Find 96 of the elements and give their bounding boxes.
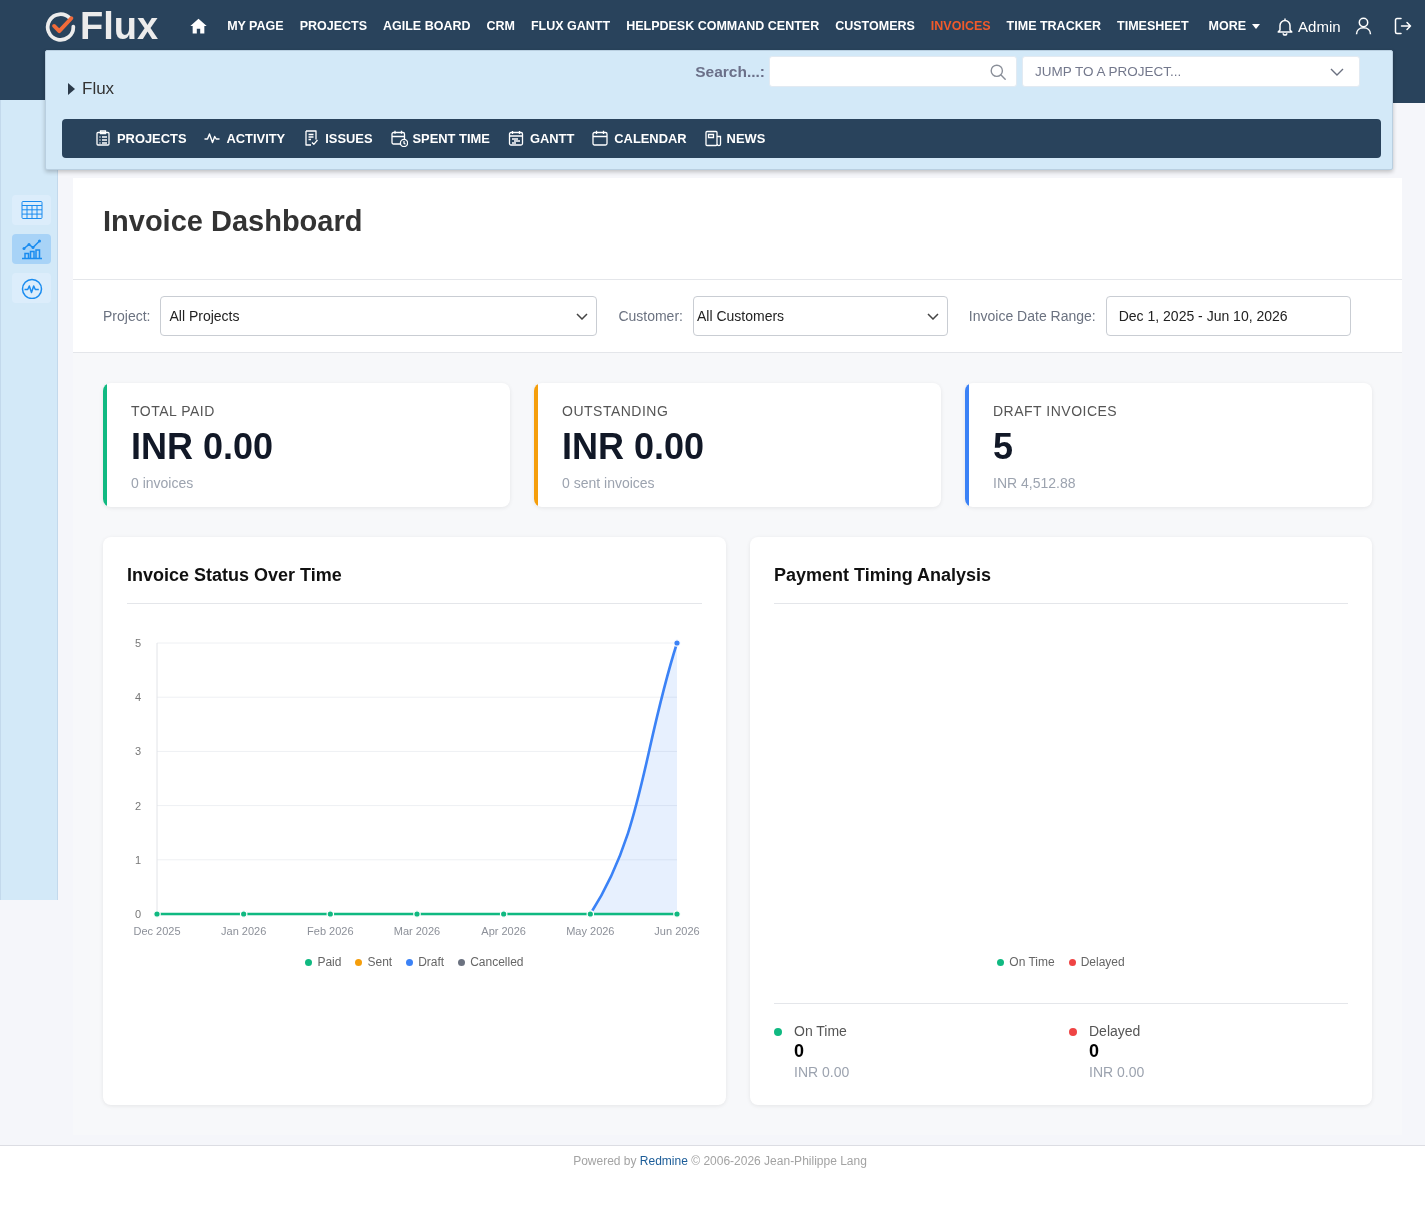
nav-link[interactable]: TIMESHEET <box>1117 19 1189 33</box>
axis-tick-label: 3 <box>134 745 141 758</box>
data-point <box>239 910 248 918</box>
calendar-bars-icon <box>507 130 525 147</box>
stat-note: 0 invoices <box>131 474 194 492</box>
filter-label: Customer: <box>618 308 683 324</box>
nav-link[interactable]: AGILE BOARD <box>383 19 471 33</box>
summary-count: 0 <box>1089 1040 1099 1062</box>
card-title: Payment Timing Analysis <box>774 564 992 587</box>
legend-label: Sent <box>367 955 393 969</box>
filter-select[interactable]: All Customers <box>692 296 948 336</box>
legend-label: Delayed <box>1080 955 1125 969</box>
axis-tick-label: 0 <box>134 908 141 920</box>
card-title: Invoice Status Over Time <box>127 564 342 587</box>
logo-link[interactable]: Flux <box>45 7 159 45</box>
calendar-icon <box>592 130 610 147</box>
summary-amount: INR 0.00 <box>794 1063 850 1081</box>
project-menu-tab[interactable]: CALENDAR <box>592 130 687 147</box>
table-icon <box>20 199 43 221</box>
nav-link[interactable]: TIME TRACKER <box>1006 19 1102 33</box>
data-point <box>499 910 508 918</box>
axis-tick-label: Dec 2025 <box>133 925 181 937</box>
axis-tick-label: Jan 2026 <box>221 925 267 937</box>
legend-label: On Time <box>1009 955 1055 969</box>
axis-tick-label: 5 <box>134 637 141 649</box>
caret-down-icon <box>1252 23 1261 29</box>
calendar-clock-icon <box>390 130 408 147</box>
stat-label: DRAFT INVOICES <box>993 403 1118 419</box>
nav-link[interactable]: HELPDESK COMMAND CENTER <box>626 19 820 33</box>
stat-value: 5 <box>993 427 1014 467</box>
stat-value: INR 0.00 <box>562 427 705 467</box>
data-point <box>326 910 335 918</box>
redmine-link[interactable]: Redmine <box>639 1154 688 1168</box>
nav-link[interactable]: CRM <box>486 19 515 33</box>
project-menu-tab[interactable]: GANTT <box>507 130 575 147</box>
check-circle-icon <box>45 10 76 42</box>
filter-select[interactable]: All Projects <box>160 296 598 336</box>
nav-link[interactable]: MY PAGE <box>227 19 284 33</box>
filter-label: Project: <box>103 308 151 324</box>
chevron-down-icon <box>576 312 589 320</box>
nav-link[interactable]: FLUX GANTT <box>531 19 611 33</box>
axis-tick-label: 4 <box>134 691 141 704</box>
summary-label: Delayed <box>1089 1022 1141 1040</box>
date-range-field[interactable]: Dec 1, 2025 - Jun 10, 2026 <box>1105 296 1351 336</box>
document-check-icon <box>303 130 321 147</box>
chevron-down-icon <box>1330 67 1344 76</box>
nav-link[interactable]: MORE <box>1208 19 1261 33</box>
chevron-down-icon <box>926 312 939 320</box>
newspaper-icon <box>704 130 722 147</box>
data-point <box>673 910 681 918</box>
stat-note: 0 sent invoices <box>562 474 655 492</box>
data-point <box>673 639 681 647</box>
summary-amount: INR 0.00 <box>1089 1063 1145 1081</box>
axis-tick-label: Feb 2026 <box>307 925 354 937</box>
axis-tick-label: Mar 2026 <box>393 925 441 937</box>
axis-tick-label: Jun 2026 <box>654 925 700 937</box>
legend-label: Draft <box>418 955 445 969</box>
project-menu-tab[interactable]: PROJECTS <box>95 130 187 147</box>
axis-tick-label: Apr 2026 <box>481 925 526 937</box>
nav-link[interactable]: CUSTOMERS <box>835 19 915 33</box>
axis-tick-label: 2 <box>134 799 141 812</box>
summary-count: 0 <box>794 1040 804 1062</box>
line-and-bar-chart-icon <box>20 238 43 260</box>
stat-value: INR 0.00 <box>131 427 274 467</box>
project-menu-tab[interactable]: ACTIVITY <box>204 130 286 147</box>
project-menu-tab[interactable]: SPENT TIME <box>390 130 490 147</box>
project-menu-tab[interactable]: ISSUES <box>303 130 373 147</box>
data-point <box>413 910 421 918</box>
search-label: Search...: <box>695 62 765 81</box>
user-name-link[interactable]: Admin <box>1298 17 1341 35</box>
filter-label: Invoice Date Range: <box>968 308 1096 324</box>
breadcrumb-link[interactable]: Flux <box>82 79 115 99</box>
project-jump-select[interactable]: JUMP TO A PROJECT... <box>1022 56 1360 87</box>
stat-label: OUTSTANDING <box>562 403 669 419</box>
page-title: Invoice Dashboard <box>103 204 363 238</box>
logout-icon[interactable] <box>1393 17 1412 35</box>
axis-tick-label: May 2026 <box>566 925 615 937</box>
axis-tick-label: 1 <box>134 853 141 866</box>
user-icon[interactable] <box>1354 17 1372 35</box>
search-icon <box>990 63 1006 80</box>
search-field[interactable] <box>769 56 1017 87</box>
legend-label: Cancelled <box>470 955 524 969</box>
summary-label: On Time <box>794 1022 847 1040</box>
sidebar-button[interactable] <box>12 195 51 225</box>
stat-note: INR 4,512.88 <box>993 474 1076 492</box>
caret-right-icon[interactable] <box>68 83 75 95</box>
stat-label: TOTAL PAID <box>131 403 215 419</box>
nav-link[interactable]: PROJECTS <box>299 19 367 33</box>
footer-credit: Powered by Redmine © 2006-2026 Jean-Philippe Lang <box>573 1153 867 1169</box>
bell-icon[interactable] <box>1276 16 1295 36</box>
sidebar-button[interactable] <box>12 273 51 303</box>
clipboard-list-icon <box>95 130 112 147</box>
home-icon[interactable] <box>190 18 208 34</box>
legend-label: Paid <box>317 955 342 969</box>
project-menu-tab[interactable]: NEWS <box>704 130 766 147</box>
data-point <box>153 910 161 918</box>
